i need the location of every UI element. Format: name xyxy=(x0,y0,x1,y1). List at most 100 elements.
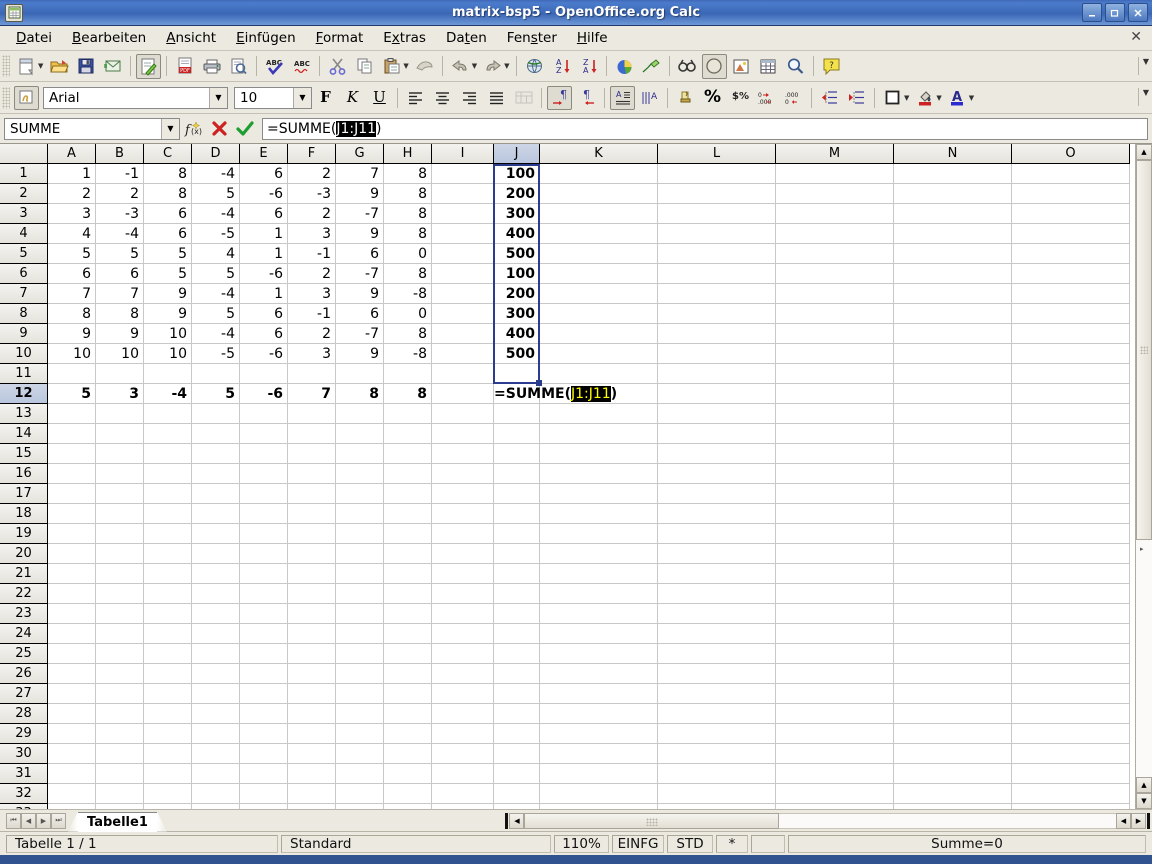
text-direction-rtl-icon[interactable]: ¶ xyxy=(574,86,599,110)
cell-L5[interactable] xyxy=(658,244,776,264)
row-header-8[interactable]: 8 xyxy=(0,304,48,324)
cell-L12[interactable] xyxy=(658,384,776,404)
column-header-i[interactable]: I xyxy=(432,144,494,164)
cell-F16[interactable] xyxy=(288,464,336,484)
cell-N24[interactable] xyxy=(894,624,1012,644)
cell-E12[interactable]: -6 xyxy=(240,384,288,404)
cell-D16[interactable] xyxy=(192,464,240,484)
cell-M29[interactable] xyxy=(776,724,894,744)
cell-J27[interactable] xyxy=(494,684,540,704)
cell-E20[interactable] xyxy=(240,544,288,564)
status-selection-mode[interactable]: STD xyxy=(667,834,713,853)
cell-J16[interactable] xyxy=(494,464,540,484)
cell-J4[interactable]: 400 xyxy=(494,224,540,244)
cell-O4[interactable] xyxy=(1012,224,1130,244)
cell-C5[interactable]: 5 xyxy=(144,244,192,264)
column-header-a[interactable]: A xyxy=(48,144,96,164)
cell-H22[interactable] xyxy=(384,584,432,604)
column-header-o[interactable]: O xyxy=(1012,144,1130,164)
cell-G29[interactable] xyxy=(336,724,384,744)
cell-N2[interactable] xyxy=(894,184,1012,204)
cell-K19[interactable] xyxy=(540,524,658,544)
cell-G31[interactable] xyxy=(336,764,384,784)
cell-I10[interactable] xyxy=(432,344,494,364)
cell-O2[interactable] xyxy=(1012,184,1130,204)
cell-M18[interactable] xyxy=(776,504,894,524)
cell-I8[interactable] xyxy=(432,304,494,324)
cell-G14[interactable] xyxy=(336,424,384,444)
cell-D19[interactable] xyxy=(192,524,240,544)
cell-E26[interactable] xyxy=(240,664,288,684)
cell-O30[interactable] xyxy=(1012,744,1130,764)
cell-O18[interactable] xyxy=(1012,504,1130,524)
find-replace-icon[interactable] xyxy=(675,54,700,79)
cell-I17[interactable] xyxy=(432,484,494,504)
cell-L30[interactable] xyxy=(658,744,776,764)
cell-L4[interactable] xyxy=(658,224,776,244)
cell-B14[interactable] xyxy=(96,424,144,444)
status-zoom[interactable]: 110% xyxy=(554,834,609,853)
cell-B13[interactable] xyxy=(96,404,144,424)
cell-J11[interactable] xyxy=(494,364,540,384)
row-header-7[interactable]: 7 xyxy=(0,284,48,304)
cell-F23[interactable] xyxy=(288,604,336,624)
cell-D8[interactable]: 5 xyxy=(192,304,240,324)
cell-E15[interactable] xyxy=(240,444,288,464)
row-header-14[interactable]: 14 xyxy=(0,424,48,444)
cell-G24[interactable] xyxy=(336,624,384,644)
cell-G1[interactable]: 7 xyxy=(336,164,384,184)
cell-J32[interactable] xyxy=(494,784,540,804)
cell-B15[interactable] xyxy=(96,444,144,464)
cell-G11[interactable] xyxy=(336,364,384,384)
cell-G20[interactable] xyxy=(336,544,384,564)
cell-O33[interactable] xyxy=(1012,804,1130,809)
cell-A26[interactable] xyxy=(48,664,96,684)
cell-D33[interactable] xyxy=(192,804,240,809)
cell-C7[interactable]: 9 xyxy=(144,284,192,304)
cell-D24[interactable] xyxy=(192,624,240,644)
toolbar-overflow-icon[interactable]: ▼ xyxy=(1137,57,1149,75)
column-header-c[interactable]: C xyxy=(144,144,192,164)
cell-A20[interactable] xyxy=(48,544,96,564)
cell-B29[interactable] xyxy=(96,724,144,744)
cell-C18[interactable] xyxy=(144,504,192,524)
cell-A16[interactable] xyxy=(48,464,96,484)
cell-G2[interactable]: 9 xyxy=(336,184,384,204)
cell-H33[interactable] xyxy=(384,804,432,809)
cell-N1[interactable] xyxy=(894,164,1012,184)
horizontal-scrollbar[interactable]: ◀ ◀ ▶ xyxy=(169,812,1150,830)
cell-L18[interactable] xyxy=(658,504,776,524)
cell-G13[interactable] xyxy=(336,404,384,424)
cell-G15[interactable] xyxy=(336,444,384,464)
row-header-6[interactable]: 6 xyxy=(0,264,48,284)
cell-B25[interactable] xyxy=(96,644,144,664)
cell-M7[interactable] xyxy=(776,284,894,304)
cell-N5[interactable] xyxy=(894,244,1012,264)
cell-K14[interactable] xyxy=(540,424,658,444)
cell-B12[interactable]: 3 xyxy=(96,384,144,404)
cell-C14[interactable] xyxy=(144,424,192,444)
cell-N21[interactable] xyxy=(894,564,1012,584)
cell-A4[interactable]: 4 xyxy=(48,224,96,244)
status-page-style[interactable]: Standard xyxy=(281,834,551,853)
cell-E32[interactable] xyxy=(240,784,288,804)
cell-A5[interactable]: 5 xyxy=(48,244,96,264)
cell-J19[interactable] xyxy=(494,524,540,544)
cell-G25[interactable] xyxy=(336,644,384,664)
cell-C6[interactable]: 5 xyxy=(144,264,192,284)
menu-extras[interactable]: Extras xyxy=(373,28,436,48)
cell-M11[interactable] xyxy=(776,364,894,384)
cell-D15[interactable] xyxy=(192,444,240,464)
cell-K30[interactable] xyxy=(540,744,658,764)
cell-J2[interactable]: 200 xyxy=(494,184,540,204)
cell-J3[interactable]: 300 xyxy=(494,204,540,224)
cell-F33[interactable] xyxy=(288,804,336,809)
cell-B19[interactable] xyxy=(96,524,144,544)
cell-A1[interactable]: 1 xyxy=(48,164,96,184)
row-header-24[interactable]: 24 xyxy=(0,624,48,644)
cell-B10[interactable]: 10 xyxy=(96,344,144,364)
cell-A31[interactable] xyxy=(48,764,96,784)
cell-F7[interactable]: 3 xyxy=(288,284,336,304)
cell-K25[interactable] xyxy=(540,644,658,664)
cell-O9[interactable] xyxy=(1012,324,1130,344)
